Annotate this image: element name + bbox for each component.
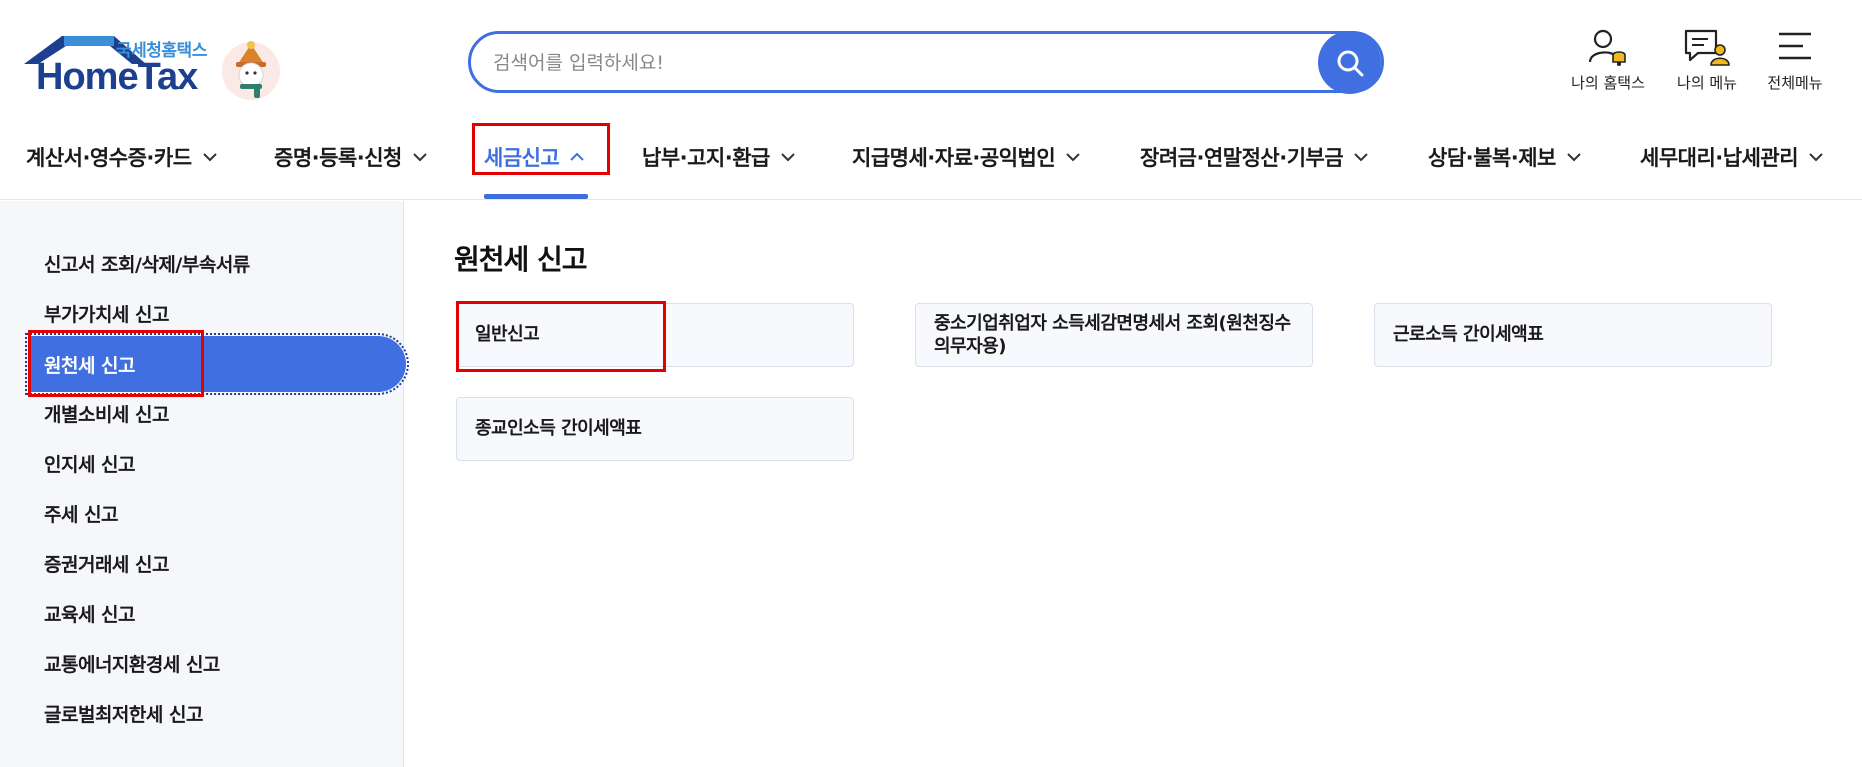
- lnb-item-individual-consumption[interactable]: 개별소비세 신고: [44, 400, 169, 427]
- all-menu-button[interactable]: 전체메뉴: [1745, 28, 1845, 93]
- gnb-item-payment-notice-refund[interactable]: 납부·고지·환급: [642, 134, 796, 180]
- gnb-item-certificate-registration[interactable]: 증명·등록·신청: [274, 134, 428, 180]
- gnb-item-label: 세무대리·납세관리: [1640, 146, 1799, 170]
- chevron-down-icon: [1354, 153, 1368, 162]
- card-label: 종교인소득 간이세액표: [475, 418, 642, 440]
- gnb-item-consult-appeal[interactable]: 상담·불복·제보: [1428, 134, 1582, 180]
- chevron-down-icon: [1567, 153, 1581, 162]
- search-input[interactable]: [493, 46, 1313, 80]
- search-icon: [1337, 50, 1363, 76]
- gnb-item-label: 증명·등록·신청: [274, 146, 402, 170]
- gnb-item-label: 계산서·영수증·카드: [26, 146, 192, 170]
- gnb-item-label: 상담·불복·제보: [1428, 146, 1556, 170]
- card-religious-income-tax-table[interactable]: 종교인소득 간이세액표: [456, 397, 854, 461]
- card-label: 근로소득 간이세액표: [1393, 324, 1544, 346]
- lnb-item-education-tax[interactable]: 교육세 신고: [44, 600, 136, 627]
- menu-user-icon: [1684, 29, 1730, 66]
- my-menu-button[interactable]: 나의 메뉴: [1657, 28, 1757, 93]
- search-box: [468, 31, 1384, 93]
- gnb-item-label: 납부·고지·환급: [642, 146, 770, 170]
- header: 국세청홈택스 HomeTax 나의 홈택스: [0, 0, 1862, 110]
- chevron-down-icon: [781, 153, 795, 162]
- gnb-item-invoice-receipt-card[interactable]: 계산서·영수증·카드: [26, 134, 218, 180]
- left-nav: [0, 201, 404, 767]
- lnb-item-vat[interactable]: 부가가치세 신고: [44, 300, 169, 327]
- global-nav: 계산서·영수증·카드 증명·등록·신청 세금신고 납부·고지·환급 지급명세·자…: [0, 110, 1862, 200]
- lnb-item-stamp-tax[interactable]: 인지세 신고: [44, 450, 136, 477]
- search-button[interactable]: [1318, 31, 1381, 94]
- card-sme-employee-exemption[interactable]: 중소기업취업자 소득세감면명세서 조회(원천징수의무자용): [915, 303, 1313, 367]
- lnb-item-securities-tax[interactable]: 증권거래세 신고: [44, 550, 169, 577]
- hometax-logo[interactable]: 국세청홈택스 HomeTax: [24, 30, 284, 102]
- lnb-item-transport-energy-tax[interactable]: 교통에너지환경세 신고: [44, 650, 220, 677]
- card-label: 중소기업취업자 소득세감면명세서 조회(원천징수의무자용): [934, 312, 1291, 357]
- lnb-item-return-inquiry[interactable]: 신고서 조회/삭제/부속서류: [44, 250, 250, 277]
- active-tab-underline: [484, 194, 588, 199]
- snowman-mascot-icon: [222, 41, 280, 100]
- all-menu-label: 전체메뉴: [1767, 74, 1823, 92]
- lnb-item-liquor-tax[interactable]: 주세 신고: [44, 500, 119, 527]
- gnb-item-payment-statement[interactable]: 지급명세·자료·공익법인: [852, 134, 1081, 180]
- lnb-item-global-minimum-tax[interactable]: 글로벌최저한세 신고: [44, 700, 203, 727]
- chevron-down-icon: [1809, 153, 1823, 162]
- card-highlight-box: [456, 301, 666, 372]
- gnb-item-tax-agent[interactable]: 세무대리·납세관리: [1640, 134, 1824, 180]
- gnb-item-tax-filing[interactable]: 세금신고: [484, 134, 585, 180]
- my-menu-label: 나의 메뉴: [1677, 74, 1737, 92]
- chevron-up-icon: [570, 152, 584, 161]
- gnb-item-label: 지급명세·자료·공익법인: [852, 146, 1056, 170]
- gnb-item-incentive-yearend[interactable]: 장려금·연말정산·기부금: [1140, 134, 1369, 180]
- page-title: 원천세 신고: [454, 243, 588, 276]
- gnb-item-label: 세금신고: [484, 146, 560, 170]
- active-menu-highlight-box: [28, 330, 204, 397]
- hamburger-icon: [1779, 32, 1811, 60]
- gnb-item-label: 장려금·연말정산·기부금: [1140, 146, 1344, 170]
- chevron-down-icon: [1066, 153, 1080, 162]
- chevron-down-icon: [413, 153, 427, 162]
- user-bell-icon: [1588, 29, 1626, 66]
- card-earned-income-tax-table[interactable]: 근로소득 간이세액표: [1374, 303, 1772, 367]
- chevron-down-icon: [202, 153, 217, 162]
- logo-title: HomeTax: [36, 56, 198, 98]
- my-hometax-label: 나의 홈택스: [1571, 74, 1645, 92]
- my-hometax-button[interactable]: 나의 홈택스: [1558, 28, 1658, 93]
